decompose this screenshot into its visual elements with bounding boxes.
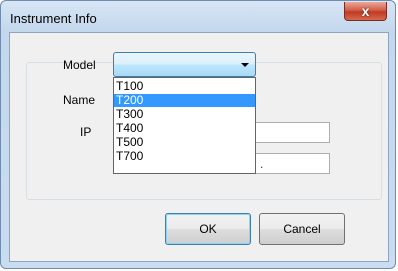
ip-field[interactable]: . xyxy=(253,153,330,174)
model-dropdown-list[interactable]: T100 T200 T300 T400 T500 T700 xyxy=(113,77,256,174)
cancel-button[interactable]: Cancel xyxy=(259,213,345,245)
model-option[interactable]: T400 xyxy=(114,122,255,135)
ok-button[interactable]: OK xyxy=(165,213,251,245)
model-select[interactable] xyxy=(113,52,256,77)
title-bar[interactable]: Instrument Info x xyxy=(1,1,395,31)
model-option[interactable]: T500 xyxy=(114,136,255,149)
model-option[interactable]: T700 xyxy=(114,150,255,163)
ip-label: IP xyxy=(80,125,92,139)
close-button[interactable]: x xyxy=(344,2,387,21)
close-icon: x xyxy=(361,3,370,19)
name-label: Name xyxy=(63,93,96,107)
model-option[interactable]: T300 xyxy=(114,108,255,121)
instrument-info-dialog: Instrument Info x Model Name IP . T100 T… xyxy=(0,0,396,269)
dialog-title: Instrument Info xyxy=(10,11,97,26)
model-label: Model xyxy=(63,58,96,72)
name-field[interactable] xyxy=(253,122,330,143)
ip-separator: . xyxy=(260,157,264,171)
model-option[interactable]: T100 xyxy=(114,80,255,93)
chevron-down-icon xyxy=(241,63,249,67)
model-option-selected[interactable]: T200 xyxy=(114,94,255,107)
